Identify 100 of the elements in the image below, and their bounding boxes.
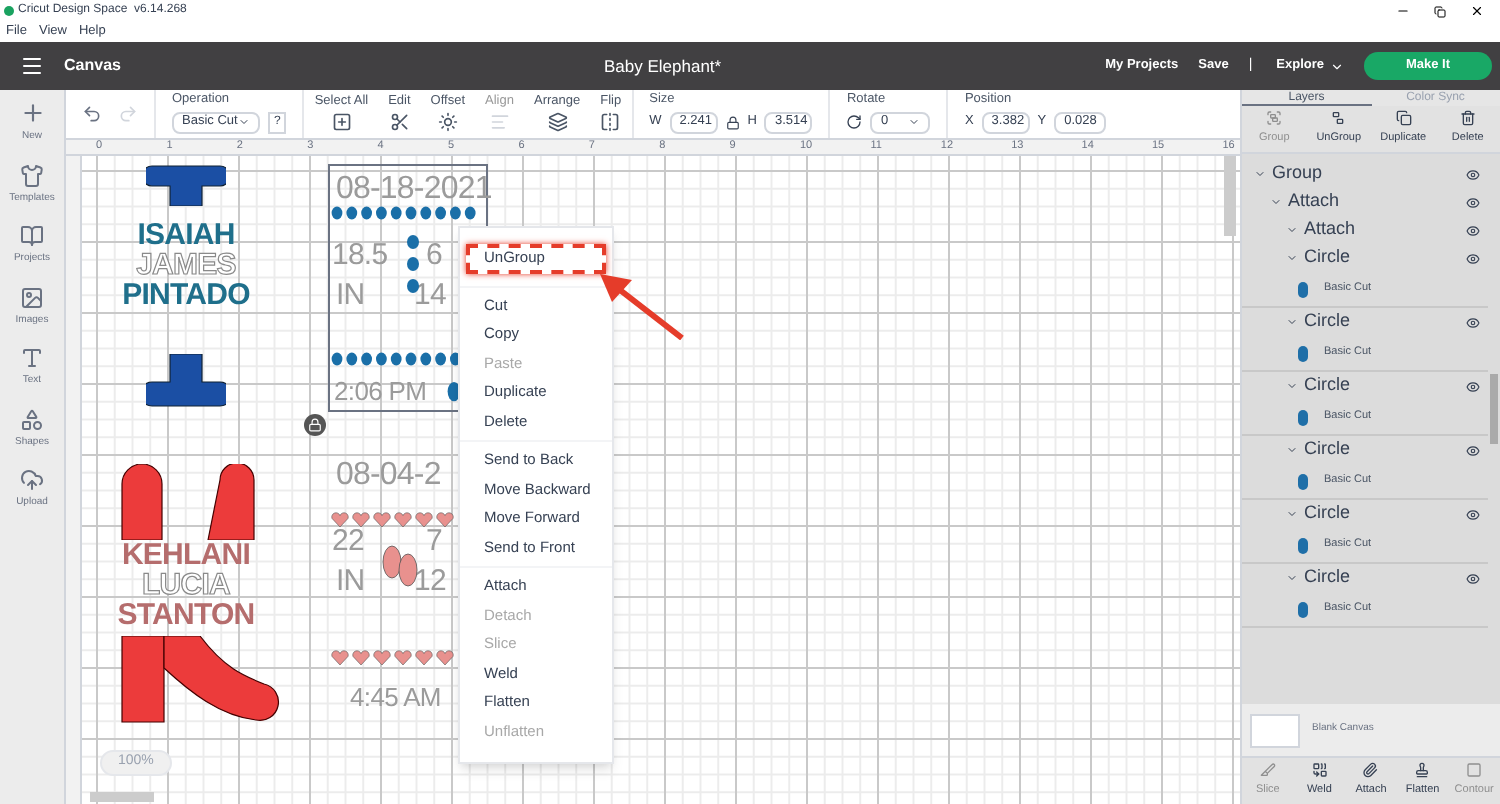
caret-icon[interactable] [1286,444,1298,456]
plus-icon [19,100,45,126]
layer-row[interactable]: Attach [1242,216,1488,244]
color-swatch[interactable] [1298,409,1308,425]
sun-icon[interactable] [437,112,458,133]
eye-icon[interactable] [1466,507,1480,521]
horizontal-scrollbar[interactable] [90,792,154,802]
eye-icon[interactable] [1466,167,1480,181]
text-icon [20,346,44,370]
square-plus-icon[interactable] [331,112,352,133]
ungroup-icon [1330,110,1347,127]
layer-name: Group [1272,160,1325,187]
letter-top-drawing [146,164,226,206]
caret-icon[interactable] [1286,224,1298,236]
cloud-upload-icon [19,468,44,492]
color-swatch[interactable] [1298,281,1308,297]
layer-name: Circle [1304,372,1353,399]
layers-icon[interactable] [547,112,568,133]
eye-icon[interactable] [1466,223,1480,237]
name-text: KEHLANI [121,540,251,570]
stamp-icon [1414,762,1431,779]
duplicate-icon [1395,110,1412,127]
paperclip-icon [1362,762,1379,779]
length-text: 18.5 [332,240,388,270]
layer-name: Circle [1304,564,1353,591]
layer-row[interactable]: Circle [1242,500,1488,528]
dot-column-drawing [406,234,420,294]
layer-name: Attach [1304,216,1358,243]
app-logo-icon [4,6,14,16]
shirt-icon [19,163,44,187]
close-icon[interactable] [1470,4,1484,18]
heart-row-drawing [330,512,454,528]
layer-name: Attach [1288,188,1342,215]
eye-icon[interactable] [1466,251,1480,265]
panel-scrollbar[interactable] [1490,374,1498,444]
scissors-icon[interactable] [389,112,410,133]
unit-text: IN [336,566,365,596]
name-text: ISAIAH [137,220,235,250]
canvas-thumbnail[interactable] [1250,713,1300,747]
color-swatch[interactable] [1298,537,1308,553]
time-text: 4:45 AM [350,684,441,710]
vertical-scrollbar[interactable] [1224,156,1236,236]
pointer-arrow [600,274,684,340]
caret-icon[interactable] [1286,316,1298,328]
color-swatch[interactable] [1298,345,1308,361]
shapes-icon [20,407,44,431]
name-text: STANTON [117,600,255,630]
book-icon [20,224,44,248]
eye-icon[interactable] [1466,315,1480,329]
square-icon [1466,762,1483,779]
color-swatch[interactable] [1298,601,1308,617]
heart-row-drawing [330,650,454,666]
weight-text: 14 [414,280,446,310]
eye-icon[interactable] [1466,379,1480,393]
color-swatch[interactable] [1298,473,1308,489]
layer-row[interactable]: Circle [1242,564,1488,592]
undo-icon[interactable] [82,104,102,124]
layer-name: Circle [1304,436,1353,463]
caret-icon[interactable] [1286,572,1298,584]
time-text: 2:06 PM [334,378,427,404]
layer-name: Circle [1304,244,1353,271]
stepper-icon [238,116,250,129]
layer-row[interactable]: Circle [1242,436,1488,464]
caret-icon[interactable] [1254,168,1266,180]
lock-icon [308,418,322,432]
restore-icon[interactable] [1434,5,1446,17]
length-text: 22 [332,526,364,556]
weld-icon [1311,762,1328,779]
weight-text: 6 [426,240,442,270]
eye-icon[interactable] [1466,195,1480,209]
caret-icon[interactable] [1286,252,1298,264]
lock-icon[interactable] [725,115,740,130]
group-icon [1266,110,1283,127]
name-text: LUCIA [142,570,230,600]
layer-row[interactable]: Attach [1242,188,1488,216]
menu-icon[interactable] [20,54,44,78]
layer-row[interactable]: Circle [1242,244,1488,272]
layer-name: Circle [1304,500,1353,527]
name-text: PINTADO [122,280,250,310]
letter-top-drawing [120,464,256,540]
trash-icon [1459,110,1476,127]
letter-bottom-drawing [146,354,226,408]
weight-text: 7 [426,526,442,556]
caret-icon[interactable] [1286,508,1298,520]
rotate-icon [846,114,863,131]
date-text: 08-04-2 [336,460,441,492]
flip-icon[interactable] [600,112,621,133]
layer-row[interactable]: Circle [1242,308,1488,336]
caret-icon[interactable] [1286,380,1298,392]
caret-icon[interactable] [1270,196,1282,208]
stepper-icon [908,116,921,129]
baby-feet-drawing [380,540,420,592]
layer-row[interactable]: Group [1242,160,1488,188]
slice-icon [1259,762,1276,779]
eye-icon[interactable] [1466,443,1480,457]
eye-icon[interactable] [1466,571,1480,585]
minimize-icon[interactable] [1396,4,1410,18]
project-title: Baby Elephant* [604,53,724,79]
image-icon [20,285,44,309]
layer-row[interactable]: Circle [1242,372,1488,400]
